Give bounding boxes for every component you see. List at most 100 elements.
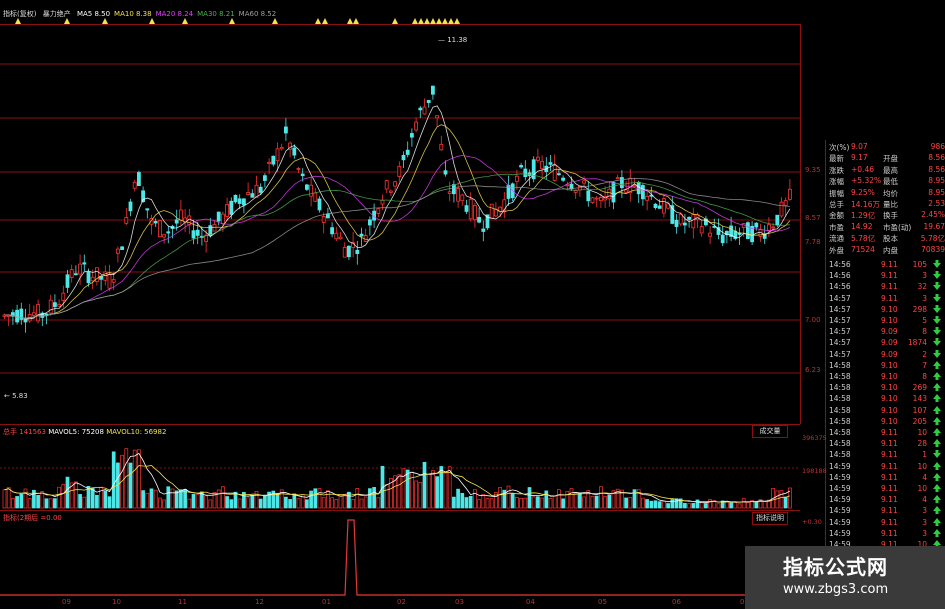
- candle-body: [61, 292, 66, 301]
- volume-bar: [544, 490, 549, 509]
- quote-row: 总手 14.16万 量比 2.53: [829, 199, 945, 209]
- candle-body: [65, 274, 70, 288]
- volume-bar: [11, 497, 15, 509]
- watermark-url: www.zbgs3.com: [783, 582, 889, 597]
- tick-time: 14:57: [829, 293, 851, 303]
- candle-body: [464, 205, 469, 212]
- candle-body: [90, 276, 95, 282]
- volume-bar: [309, 490, 313, 509]
- candle-body: [409, 133, 414, 138]
- candle-body: [120, 246, 124, 250]
- volume-bar: [74, 481, 78, 509]
- down-arrow-icon: [933, 338, 941, 347]
- volume-bar: [61, 484, 66, 509]
- quote-row: 外盘 71524 内盘 70839: [829, 244, 945, 255]
- volume-bar: [57, 486, 61, 509]
- volume-bar: [334, 499, 339, 509]
- candle-body: [229, 200, 234, 215]
- tick-time: 14:59: [829, 517, 851, 527]
- candle-body: [641, 185, 645, 200]
- volume-bar: [292, 493, 297, 509]
- candle-body: [628, 177, 633, 194]
- candle-body: [405, 149, 410, 155]
- candle-body: [359, 233, 364, 237]
- quote-value: 2.45%: [921, 210, 945, 220]
- date-axis-label: 02: [397, 598, 406, 606]
- candle-body: [216, 211, 221, 222]
- volume-bar: [485, 498, 490, 509]
- candle-body: [586, 190, 591, 202]
- candle-body: [460, 194, 465, 202]
- quote-value: 9.07: [851, 142, 868, 151]
- candle-body: [300, 173, 305, 177]
- candle-body: [241, 198, 246, 206]
- low-price-label: ← 5.83: [4, 392, 28, 400]
- tick-volume: 107: [912, 405, 927, 415]
- volume-bar: [783, 496, 788, 509]
- tick-price: 9.10: [881, 383, 898, 393]
- indicator-help-button[interactable]: 指标说明: [752, 512, 788, 525]
- tick-price: 9.10: [881, 416, 898, 426]
- tick-time: 14:59: [829, 484, 851, 493]
- volume-indicator-button[interactable]: 成交量: [752, 425, 788, 438]
- volume-bar: [48, 498, 53, 509]
- volume-bar: [250, 495, 255, 509]
- tick-volume: 3: [922, 517, 927, 527]
- volume-bar: [582, 496, 586, 509]
- tick-time: 14:59: [829, 528, 851, 538]
- tick-volume: 105: [912, 260, 927, 269]
- candle-body: [342, 246, 347, 258]
- indicator-chart[interactable]: [0, 510, 800, 597]
- candle-body: [246, 192, 251, 195]
- candle-body: [107, 274, 112, 289]
- quote-value: 14.92: [851, 221, 873, 231]
- volume-bar: [258, 498, 263, 509]
- candlestick-chart[interactable]: — 11.38 ← 5.83: [0, 24, 800, 424]
- candle-body: [502, 199, 507, 211]
- candle-body: [53, 302, 57, 308]
- tick-row: 14:57 9.11 3: [829, 293, 945, 303]
- candle-body: [422, 106, 427, 115]
- tick-volume: 5: [922, 316, 927, 325]
- tick-price: 9.10: [881, 304, 898, 314]
- volume-bar: [296, 498, 301, 509]
- tick-volume: 10: [917, 484, 927, 493]
- candle-body: [636, 181, 641, 195]
- candle-body: [771, 226, 775, 229]
- volume-bar: [506, 485, 511, 509]
- volume-bar: [729, 502, 733, 509]
- candle-body: [44, 313, 49, 316]
- tick-volume: 28: [917, 439, 927, 449]
- tick-time: 14:59: [829, 461, 851, 471]
- volume-bar: [464, 497, 469, 509]
- volume-bar: [6, 487, 11, 509]
- quote-value: 71524: [851, 244, 875, 254]
- volume-bar: [166, 486, 171, 509]
- quote-row: 振幅 9.25% 均价 8.95: [829, 188, 945, 198]
- candle-body: [683, 222, 687, 226]
- volume-bar: [317, 488, 322, 509]
- quote-row: 流通 5.78亿 股本 5.78亿: [829, 233, 945, 244]
- quote-label: 开盘: [883, 154, 898, 164]
- candle-body: [426, 99, 431, 104]
- tick-row: 14:59 9.11 3: [829, 506, 945, 515]
- volume-bar: [330, 497, 334, 509]
- quote-label: 涨跌: [829, 165, 844, 175]
- quote-value: 2.53: [928, 199, 945, 208]
- tick-volume: 10: [917, 428, 927, 437]
- tick-price: 9.10: [881, 405, 898, 415]
- candle-body: [36, 304, 40, 322]
- candle-body: [653, 203, 658, 209]
- candle-body: [296, 168, 301, 170]
- volume-bar: [275, 492, 280, 509]
- tick-time: 14:56: [829, 282, 851, 292]
- tick-volume: 205: [912, 416, 927, 426]
- quote-value: 1.29亿: [851, 211, 876, 221]
- quote-label: 涨幅: [829, 177, 844, 187]
- tick-time: 14:58: [829, 450, 851, 460]
- tick-time: 14:57: [829, 349, 851, 359]
- quote-label: 股本: [883, 234, 898, 244]
- tick-volume: 143: [912, 394, 927, 404]
- candle-body: [720, 234, 725, 244]
- quote-row: 最新 9.17 开盘 8.56: [829, 153, 945, 164]
